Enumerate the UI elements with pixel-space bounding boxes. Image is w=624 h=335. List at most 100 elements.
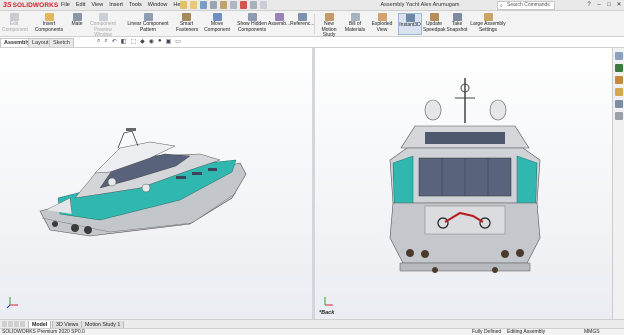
bill-of-materials-icon	[350, 13, 360, 21]
zoom-area-icon[interactable]: ⌕	[104, 38, 107, 45]
linear-pattern-label: Linear Component Pattern	[127, 21, 169, 33]
quick-access-toolbar	[180, 1, 267, 9]
file-explorer-icon[interactable]	[614, 88, 623, 96]
maximize-button[interactable]: □	[604, 0, 614, 11]
print-icon[interactable]	[210, 1, 217, 9]
move-component-button[interactable]: Move Component	[198, 13, 236, 33]
component-preview-button[interactable]: Component Preview Window	[85, 13, 121, 39]
reference-geometry-button[interactable]: Referenc...	[290, 13, 314, 28]
editing-mode: Editing Assembly	[507, 329, 546, 335]
yacht-model-left	[39, 128, 247, 237]
model-tabs: Model 3D Views Motion Study 1	[0, 319, 624, 329]
new-icon[interactable]	[180, 1, 187, 9]
product-version: SOLIDWORKS Premium 2020 SP0.0	[2, 329, 85, 335]
mate-icon	[72, 13, 82, 21]
instant3d-icon	[405, 14, 415, 22]
logo-mark: 3S	[3, 2, 12, 9]
update-speedpak-button[interactable]: Update Speedpak	[423, 13, 446, 33]
insert-components-button[interactable]: Insert Components	[28, 13, 70, 33]
logo-text: SOLIDWORKS	[12, 2, 59, 9]
file-properties-icon[interactable]	[250, 1, 257, 9]
undo-icon[interactable]	[220, 1, 227, 9]
graphics-viewport-right[interactable]: *Back	[315, 48, 612, 319]
graphics-viewport-left[interactable]	[0, 48, 312, 319]
search-input[interactable]: ⌕ Search Commands	[497, 1, 555, 10]
home-icon[interactable]	[614, 52, 623, 60]
units-selector[interactable]: MMGS	[584, 329, 600, 335]
reference-geometry-label: Referenc...	[290, 21, 315, 27]
exploded-view-button[interactable]: Exploded View	[367, 13, 397, 33]
save-icon[interactable]	[200, 1, 207, 9]
show-hidden-label: Show Hidden Components	[237, 21, 267, 33]
menu-bar: File Edit View Insert Tools Window Help	[58, 2, 188, 8]
linear-pattern-button[interactable]: Linear Component Pattern	[120, 13, 176, 33]
bill-of-materials-label: Bill of Materials	[344, 21, 366, 33]
menu-file[interactable]: File	[58, 2, 73, 8]
rebuild-icon[interactable]	[240, 1, 247, 9]
status-bar: SOLIDWORKS Premium 2020 SP0.0 Fully Defi…	[0, 328, 624, 335]
menu-insert[interactable]: Insert	[106, 2, 126, 8]
view-settings-icon[interactable]: ▭	[175, 38, 181, 45]
close-button[interactable]: ✕	[614, 0, 624, 11]
section-view-icon[interactable]: ◧	[121, 38, 127, 45]
edit-component-label: Edit Component	[2, 21, 28, 33]
take-snapshot-button[interactable]: Take Snapshot	[446, 13, 468, 33]
tab-sketch[interactable]: Sketch	[49, 38, 74, 47]
new-motion-study-button[interactable]: New Motion Study	[316, 13, 342, 39]
zoom-to-fit-icon[interactable]: ⌕	[97, 38, 100, 45]
take-snapshot-label: Take Snapshot	[446, 21, 468, 33]
insert-components-label: Insert Components	[34, 21, 64, 33]
move-component-label: Move Component	[204, 21, 230, 33]
linear-pattern-icon	[143, 13, 153, 21]
appearances-icon[interactable]	[614, 112, 623, 120]
solidworks-resources-icon[interactable]	[614, 64, 623, 72]
large-assembly-settings-button[interactable]: Large Assembly Settings	[470, 13, 506, 33]
previous-view-icon[interactable]: ↶	[112, 38, 117, 45]
select-icon[interactable]	[230, 1, 237, 9]
tab-scroll-arrows[interactable]	[2, 321, 25, 327]
heads-up-toolbar-left: ⌕ ⌕ ↶ ◧ ⬚ ◆ ◉ ● ▣ ▭	[97, 38, 181, 45]
help-button[interactable]: ?	[584, 0, 594, 11]
solidworks-logo[interactable]: 3S SOLIDWORKS	[3, 1, 58, 10]
smart-fasteners-label: Smart Fasteners	[176, 21, 199, 33]
edit-component-button[interactable]: Edit Component	[2, 13, 28, 33]
menu-window[interactable]: Window	[145, 2, 171, 8]
view-palette-icon[interactable]	[614, 100, 623, 108]
menu-edit[interactable]: Edit	[73, 2, 88, 8]
open-icon[interactable]	[190, 1, 197, 9]
smart-fasteners-button[interactable]: Smart Fasteners	[176, 13, 199, 33]
instant3d-label: Instant3D	[399, 22, 421, 28]
search-placeholder: Search Commands	[507, 2, 550, 8]
update-speedpak-label: Update Speedpak	[423, 21, 446, 33]
edit-component-icon	[9, 13, 19, 21]
exploded-view-label: Exploded View	[371, 21, 393, 33]
view-orientation-label: *Back	[319, 310, 335, 316]
mate-button[interactable]: Mate	[70, 13, 84, 28]
design-library-icon[interactable]	[614, 76, 623, 84]
assembly-features-icon	[274, 13, 284, 21]
display-style-icon[interactable]: ◆	[140, 38, 145, 45]
instant3d-button[interactable]: Instant3D	[398, 13, 422, 35]
search-icon: ⌕	[500, 3, 503, 9]
view-orientation-icon[interactable]: ⬚	[130, 38, 136, 45]
assembly-features-button[interactable]: Assemb...	[268, 13, 290, 28]
update-speedpak-icon	[429, 13, 439, 21]
assembly-features-label: Assemb...	[268, 21, 291, 27]
show-hidden-icon	[247, 13, 257, 21]
show-hidden-button[interactable]: Show Hidden Components	[237, 13, 267, 33]
move-component-icon	[212, 13, 222, 21]
reference-geometry-icon	[297, 13, 307, 21]
options-icon[interactable]	[260, 1, 267, 9]
minimize-button[interactable]: –	[594, 0, 604, 11]
command-manager: Edit Component Insert Components Mate Co…	[0, 11, 624, 39]
insert-components-icon	[44, 13, 54, 21]
bill-of-materials-button[interactable]: Bill of Materials	[344, 13, 366, 33]
menu-tools[interactable]: Tools	[126, 2, 145, 8]
document-title: Assembly Yacht Alex Arumugam	[380, 2, 460, 8]
menu-view[interactable]: View	[88, 2, 106, 8]
hide-show-icon[interactable]: ◉	[149, 38, 154, 45]
scene-icon[interactable]: ▣	[166, 38, 172, 45]
yacht-model-back	[389, 78, 541, 273]
coordinate-triad-icon	[6, 297, 18, 309]
appearance-icon[interactable]: ●	[158, 38, 162, 45]
